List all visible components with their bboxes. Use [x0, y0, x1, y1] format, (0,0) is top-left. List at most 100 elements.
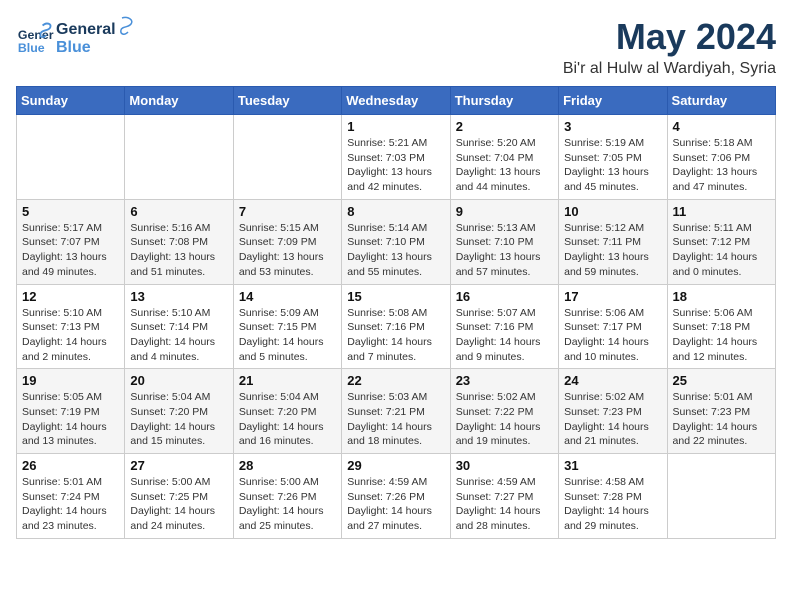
day-info: Sunrise: 5:04 AM Sunset: 7:20 PM Dayligh…: [239, 390, 336, 449]
day-info: Sunrise: 5:05 AM Sunset: 7:19 PM Dayligh…: [22, 390, 119, 449]
calendar-cell: 12 Sunrise: 5:10 AM Sunset: 7:13 PM Dayli…: [17, 284, 125, 369]
calendar-cell: 1 Sunrise: 5:21 AM Sunset: 7:03 PM Daylig…: [342, 115, 450, 200]
calendar-cell: 6Sunrise: 5:16 AM Sunset: 7:08 PM Daylig…: [125, 199, 233, 284]
week-row-2: 5Sunrise: 5:17 AM Sunset: 7:07 PM Daylig…: [17, 199, 776, 284]
week-row-3: 12 Sunrise: 5:10 AM Sunset: 7:13 PM Dayli…: [17, 284, 776, 369]
calendar-cell: [125, 115, 233, 200]
day-info: Sunrise: 5:14 AM Sunset: 7:10 PM Dayligh…: [347, 221, 444, 280]
calendar-cell: 8 Sunrise: 5:14 AM Sunset: 7:10 PM Daylig…: [342, 199, 450, 284]
day-number: 14: [239, 289, 336, 304]
day-info: Sunrise: 5:15 AM Sunset: 7:09 PM Dayligh…: [239, 221, 336, 280]
svg-text:General: General: [56, 21, 116, 38]
day-info: Sunrise: 5:02 AM Sunset: 7:22 PM Dayligh…: [456, 390, 553, 449]
logo: General Blue General Blue: [16, 16, 146, 58]
day-number: 24: [564, 373, 661, 388]
day-info: Sunrise: 5:04 AM Sunset: 7:20 PM Dayligh…: [130, 390, 227, 449]
calendar-cell: 20Sunrise: 5:04 AM Sunset: 7:20 PM Dayli…: [125, 369, 233, 454]
day-info: Sunrise: 5:19 AM Sunset: 7:05 PM Dayligh…: [564, 136, 661, 195]
day-info: Sunrise: 5:11 AM Sunset: 7:12 PM Dayligh…: [673, 221, 770, 280]
calendar-cell: 14Sunrise: 5:09 AM Sunset: 7:15 PM Dayli…: [233, 284, 341, 369]
calendar-cell: [667, 454, 775, 539]
day-info: Sunrise: 5:02 AM Sunset: 7:23 PM Dayligh…: [564, 390, 661, 449]
calendar-cell: 3 Sunrise: 5:19 AM Sunset: 7:05 PM Daylig…: [559, 115, 667, 200]
day-number: 27: [130, 458, 227, 473]
day-info: Sunrise: 5:03 AM Sunset: 7:21 PM Dayligh…: [347, 390, 444, 449]
weekday-friday: Friday: [559, 87, 667, 115]
day-info: Sunrise: 4:58 AM Sunset: 7:28 PM Dayligh…: [564, 475, 661, 534]
day-number: 21: [239, 373, 336, 388]
day-number: 17: [564, 289, 661, 304]
calendar-table: SundayMondayTuesdayWednesdayThursdayFrid…: [16, 86, 776, 539]
weekday-monday: Monday: [125, 87, 233, 115]
calendar-cell: 16Sunrise: 5:07 AM Sunset: 7:16 PM Dayli…: [450, 284, 558, 369]
weekday-header-row: SundayMondayTuesdayWednesdayThursdayFrid…: [17, 87, 776, 115]
day-info: Sunrise: 5:10 AM Sunset: 7:14 PM Dayligh…: [130, 306, 227, 365]
calendar-cell: 27 Sunrise: 5:00 AM Sunset: 7:25 PM Dayli…: [125, 454, 233, 539]
location-title: Bi'r al Hulw al Wardiyah, Syria: [563, 60, 776, 78]
page-header: General Blue General Blue May 2024 Bi'r …: [16, 16, 776, 78]
day-info: Sunrise: 5:06 AM Sunset: 7:18 PM Dayligh…: [673, 306, 770, 365]
weekday-sunday: Sunday: [17, 87, 125, 115]
calendar-cell: 17 Sunrise: 5:06 AM Sunset: 7:17 PM Dayli…: [559, 284, 667, 369]
day-number: 29: [347, 458, 444, 473]
calendar-cell: 31Sunrise: 4:58 AM Sunset: 7:28 PM Dayli…: [559, 454, 667, 539]
calendar-cell: [17, 115, 125, 200]
day-number: 26: [22, 458, 119, 473]
calendar-cell: 22 Sunrise: 5:03 AM Sunset: 7:21 PM Dayli…: [342, 369, 450, 454]
day-number: 10: [564, 204, 661, 219]
calendar-cell: 21 Sunrise: 5:04 AM Sunset: 7:20 PM Dayli…: [233, 369, 341, 454]
week-row-1: 1 Sunrise: 5:21 AM Sunset: 7:03 PM Daylig…: [17, 115, 776, 200]
week-row-4: 19 Sunrise: 5:05 AM Sunset: 7:19 PM Dayli…: [17, 369, 776, 454]
calendar-cell: 15Sunrise: 5:08 AM Sunset: 7:16 PM Dayli…: [342, 284, 450, 369]
day-number: 8: [347, 204, 444, 219]
day-number: 12: [22, 289, 119, 304]
day-number: 1: [347, 119, 444, 134]
calendar-cell: 28Sunrise: 5:00 AM Sunset: 7:26 PM Dayli…: [233, 454, 341, 539]
calendar-cell: 25 Sunrise: 5:01 AM Sunset: 7:23 PM Dayli…: [667, 369, 775, 454]
svg-text:Blue: Blue: [18, 41, 45, 55]
day-info: Sunrise: 5:06 AM Sunset: 7:17 PM Dayligh…: [564, 306, 661, 365]
logo-icon: General Blue: [16, 18, 54, 56]
day-info: Sunrise: 5:20 AM Sunset: 7:04 PM Dayligh…: [456, 136, 553, 195]
day-info: Sunrise: 5:18 AM Sunset: 7:06 PM Dayligh…: [673, 136, 770, 195]
week-row-5: 26 Sunrise: 5:01 AM Sunset: 7:24 PM Dayli…: [17, 454, 776, 539]
month-title: May 2024: [563, 16, 776, 58]
calendar-cell: 9Sunrise: 5:13 AM Sunset: 7:10 PM Daylig…: [450, 199, 558, 284]
day-number: 9: [456, 204, 553, 219]
day-number: 11: [673, 204, 770, 219]
title-block: May 2024 Bi'r al Hulw al Wardiyah, Syria: [563, 16, 776, 78]
day-info: Sunrise: 5:00 AM Sunset: 7:25 PM Dayligh…: [130, 475, 227, 534]
day-info: Sunrise: 4:59 AM Sunset: 7:27 PM Dayligh…: [456, 475, 553, 534]
calendar-body: 1 Sunrise: 5:21 AM Sunset: 7:03 PM Daylig…: [17, 115, 776, 539]
calendar-cell: 7 Sunrise: 5:15 AM Sunset: 7:09 PM Daylig…: [233, 199, 341, 284]
calendar-cell: 13 Sunrise: 5:10 AM Sunset: 7:14 PM Dayli…: [125, 284, 233, 369]
calendar-cell: 10Sunrise: 5:12 AM Sunset: 7:11 PM Dayli…: [559, 199, 667, 284]
weekday-saturday: Saturday: [667, 87, 775, 115]
calendar-cell: 4 Sunrise: 5:18 AM Sunset: 7:06 PM Daylig…: [667, 115, 775, 200]
day-info: Sunrise: 5:07 AM Sunset: 7:16 PM Dayligh…: [456, 306, 553, 365]
day-info: Sunrise: 5:08 AM Sunset: 7:16 PM Dayligh…: [347, 306, 444, 365]
day-number: 13: [130, 289, 227, 304]
day-number: 18: [673, 289, 770, 304]
calendar-cell: [233, 115, 341, 200]
day-number: 25: [673, 373, 770, 388]
day-number: 3: [564, 119, 661, 134]
weekday-thursday: Thursday: [450, 87, 558, 115]
weekday-tuesday: Tuesday: [233, 87, 341, 115]
calendar-cell: 30Sunrise: 4:59 AM Sunset: 7:27 PM Dayli…: [450, 454, 558, 539]
weekday-wednesday: Wednesday: [342, 87, 450, 115]
day-number: 7: [239, 204, 336, 219]
day-info: Sunrise: 5:01 AM Sunset: 7:23 PM Dayligh…: [673, 390, 770, 449]
day-info: Sunrise: 5:21 AM Sunset: 7:03 PM Dayligh…: [347, 136, 444, 195]
calendar-cell: 11 Sunrise: 5:11 AM Sunset: 7:12 PM Dayli…: [667, 199, 775, 284]
calendar-cell: 5Sunrise: 5:17 AM Sunset: 7:07 PM Daylig…: [17, 199, 125, 284]
day-number: 19: [22, 373, 119, 388]
day-number: 6: [130, 204, 227, 219]
calendar-cell: 29 Sunrise: 4:59 AM Sunset: 7:26 PM Dayli…: [342, 454, 450, 539]
day-info: Sunrise: 5:01 AM Sunset: 7:24 PM Dayligh…: [22, 475, 119, 534]
day-info: Sunrise: 4:59 AM Sunset: 7:26 PM Dayligh…: [347, 475, 444, 534]
calendar-cell: 23Sunrise: 5:02 AM Sunset: 7:22 PM Dayli…: [450, 369, 558, 454]
day-number: 4: [673, 119, 770, 134]
day-info: Sunrise: 5:10 AM Sunset: 7:13 PM Dayligh…: [22, 306, 119, 365]
day-number: 22: [347, 373, 444, 388]
